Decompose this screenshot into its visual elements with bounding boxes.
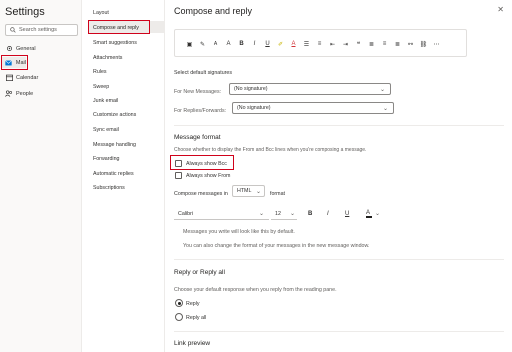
divider: [174, 331, 504, 332]
bcc-highlight-box: [170, 155, 234, 170]
chevron-down-icon: ⌄: [255, 189, 261, 195]
link-icon[interactable]: ⚯: [404, 40, 417, 48]
compose-format-value: HTML: [237, 188, 252, 194]
highlight-icon[interactable]: ✐: [274, 40, 287, 48]
decrease-indent-icon[interactable]: ⇤: [326, 40, 339, 48]
numbering-icon[interactable]: ≡: [313, 40, 326, 48]
reply-desc: Choose your default response when you re…: [174, 287, 337, 293]
align-center-icon[interactable]: ≡: [378, 40, 391, 48]
replies-label: For Replies/Forwards:: [174, 108, 227, 114]
reply-heading: Reply or Reply all: [174, 269, 225, 276]
format-note-1: Messages you write will look like this b…: [183, 229, 295, 235]
compose-reply-pane: Compose and reply ✕ ▣ ✎ A A B I U ✐ A ☰ …: [165, 0, 512, 352]
reply-radio[interactable]: [175, 299, 183, 307]
message-format-heading: Message format: [174, 134, 221, 141]
always-show-from-label: Always show From: [186, 173, 231, 179]
font-size-value: 12: [275, 210, 281, 217]
format-suffix-label: format: [270, 191, 286, 197]
mail-highlight-box: [1, 55, 28, 70]
image-icon[interactable]: ▣: [183, 40, 196, 48]
page-title: Compose and reply: [174, 6, 253, 16]
increase-indent-icon[interactable]: ⇥: [339, 40, 352, 48]
more-icon[interactable]: ⋯: [430, 40, 443, 48]
people-icon: [5, 90, 13, 98]
menu-rules[interactable]: Rules: [93, 69, 107, 75]
align-right-icon[interactable]: ≣: [391, 40, 404, 48]
menu-forwarding[interactable]: Forwarding: [93, 156, 120, 162]
default-font-italic-icon[interactable]: I: [327, 211, 329, 217]
font-name-select[interactable]: Calibri ⌄: [174, 208, 269, 220]
nav-calendar[interactable]: Calendar: [5, 72, 75, 83]
bold-icon[interactable]: B: [235, 40, 248, 48]
chevron-down-icon: ⌄: [289, 211, 295, 217]
nav-calendar-label: Calendar: [16, 74, 39, 81]
unlink-icon[interactable]: ⛓: [417, 40, 430, 48]
divider: [174, 125, 504, 126]
align-left-icon[interactable]: ≣: [365, 40, 378, 48]
reply-radio-label: Reply: [186, 301, 200, 307]
menu-automatic-replies[interactable]: Automatic replies: [93, 171, 134, 177]
format-painter-icon[interactable]: ✎: [196, 40, 209, 48]
menu-junk-email[interactable]: Junk email: [93, 98, 118, 104]
bullets-icon[interactable]: ☰: [300, 40, 313, 48]
reply-all-radio[interactable]: [175, 313, 183, 321]
nav-people-label: People: [16, 90, 34, 97]
format-note-2: You can also change the format of your m…: [183, 243, 370, 249]
signatures-heading: Select default signatures: [174, 70, 233, 76]
default-font-bold-icon[interactable]: B: [308, 211, 312, 217]
close-icon[interactable]: ✕: [497, 5, 504, 14]
compose-in-label: Compose messages in: [174, 191, 228, 197]
replies-signature-value: (No signature): [237, 105, 271, 111]
message-format-desc: Choose whether to display the From and B…: [174, 147, 367, 153]
gear-icon: [5, 45, 13, 53]
nav-general-label: General: [16, 45, 36, 52]
font-size-up-icon[interactable]: A: [222, 40, 235, 48]
new-messages-signature-select[interactable]: (No signature) ⌄: [229, 83, 391, 95]
calendar-icon: [5, 74, 13, 82]
replies-signature-select[interactable]: (No signature) ⌄: [232, 102, 394, 114]
new-messages-label: For New Messages:: [174, 89, 222, 95]
default-font-underline-icon[interactable]: U: [345, 211, 349, 217]
menu-layout[interactable]: Layout: [93, 10, 109, 16]
chevron-down-icon: ⌄: [375, 211, 381, 217]
menu-customize-actions[interactable]: Customize actions: [93, 112, 136, 118]
settings-title: Settings: [5, 6, 45, 18]
font-name-value: Calibri: [178, 210, 194, 217]
search-placeholder: Search settings: [19, 27, 57, 33]
nav-general[interactable]: General: [5, 43, 75, 54]
italic-icon[interactable]: I: [248, 40, 261, 48]
menu-subscriptions[interactable]: Subscriptions: [93, 185, 125, 191]
search-input[interactable]: Search settings: [5, 24, 78, 36]
compose-highlight-box: [88, 20, 150, 34]
always-show-from-checkbox[interactable]: [175, 172, 182, 179]
default-font-color-icon[interactable]: A: [366, 210, 372, 218]
menu-smart-suggestions[interactable]: Smart suggestions: [93, 40, 137, 46]
font-size-down-icon[interactable]: A: [209, 40, 222, 48]
mail-settings-menu: Layout Compose and reply Smart suggestio…: [82, 0, 165, 352]
new-messages-signature-value: (No signature): [234, 86, 268, 92]
compose-format-select[interactable]: HTML ⌄: [232, 185, 265, 197]
reply-all-radio-label: Reply all: [186, 315, 207, 321]
signature-editor-toolbar: ▣ ✎ A A B I U ✐ A ☰ ≡ ⇤ ⇥ ❝ ≣ ≡ ≣ ⚯ ⛓ ⋯: [174, 29, 467, 57]
underline-icon[interactable]: U: [261, 40, 274, 48]
chevron-down-icon: ⌄: [382, 106, 388, 112]
chevron-down-icon: ⌄: [258, 211, 264, 217]
nav-people[interactable]: People: [5, 88, 75, 99]
menu-sync-email[interactable]: Sync email: [93, 127, 119, 133]
link-preview-heading: Link preview: [174, 340, 211, 347]
search-icon: [10, 27, 16, 33]
font-size-select[interactable]: 12 ⌄: [271, 208, 297, 220]
font-color-icon[interactable]: A: [287, 40, 300, 48]
menu-message-handling[interactable]: Message handling: [93, 142, 136, 148]
quote-icon[interactable]: ❝: [352, 40, 365, 48]
settings-sidebar: Settings Search settings General Mail Ca…: [0, 0, 82, 352]
divider: [174, 259, 504, 260]
chevron-down-icon: ⌄: [379, 87, 385, 93]
menu-attachments[interactable]: Attachments: [93, 55, 122, 61]
menu-sweep[interactable]: Sweep: [93, 84, 109, 90]
